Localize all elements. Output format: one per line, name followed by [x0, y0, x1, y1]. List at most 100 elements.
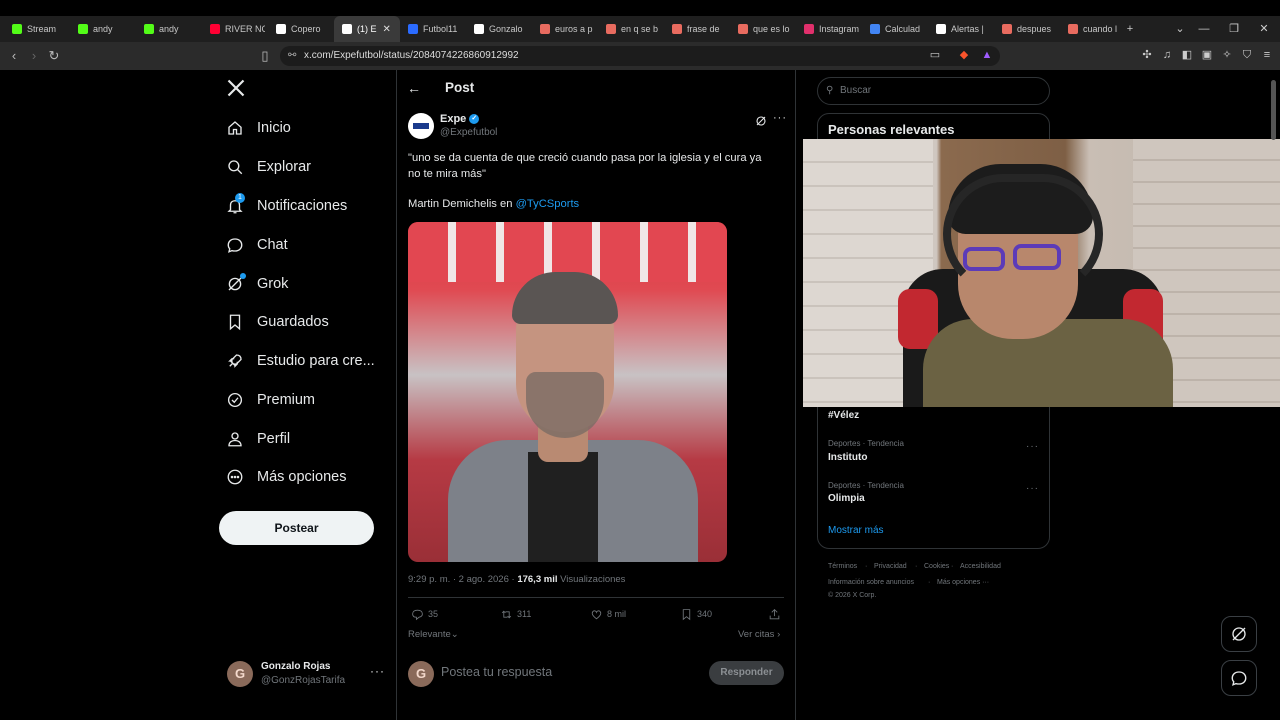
reply-button[interactable]: Responder	[709, 661, 784, 685]
footer-link[interactable]: Cookies	[924, 563, 949, 570]
forward-icon[interactable]: ›	[24, 42, 44, 70]
post-button[interactable]: Postear	[219, 511, 374, 545]
brave-rewards-icon[interactable]: ▲	[980, 48, 994, 62]
browser-tab[interactable]: Stream	[4, 16, 70, 42]
nav-item-premium[interactable]: Premium	[226, 388, 315, 412]
browser-tab[interactable]: andy	[136, 16, 202, 42]
maximize-button[interactable]: ❐	[1220, 16, 1248, 42]
kick-icon	[78, 24, 88, 34]
browser-tab[interactable]: en q se b	[598, 16, 664, 42]
trend-more-icon[interactable]: ···	[1026, 441, 1039, 452]
bookmark-count: 340	[697, 609, 713, 619]
reply-action[interactable]: 35	[411, 607, 438, 621]
account-avatar[interactable]: G	[227, 661, 253, 687]
tiktok-icon	[474, 24, 484, 34]
bookmark-action[interactable]: 340	[680, 607, 712, 621]
nav-item-label: Inicio	[257, 120, 291, 136]
grok-explain-icon[interactable]	[755, 114, 767, 126]
verified-badge-icon: ✓	[469, 114, 480, 124]
back-icon[interactable]: ‹	[4, 42, 24, 70]
author-avatar[interactable]	[408, 113, 434, 139]
tab-title: RIVER NC	[225, 24, 265, 34]
search-input[interactable]: ⚲ Buscar	[817, 77, 1050, 105]
tab-title: en q se b	[621, 24, 659, 34]
browser-tab[interactable]: Copero	[268, 16, 334, 42]
footer-link[interactable]: Más opciones ···	[937, 579, 989, 586]
tab-title: andy	[159, 24, 179, 34]
footer-link[interactable]: Privacidad	[874, 563, 907, 570]
browser-tab[interactable]: Calculad	[862, 16, 928, 42]
mention-link[interactable]: @TyCSports	[516, 198, 580, 210]
footer-link[interactable]: Términos	[828, 563, 857, 570]
footer-link[interactable]: Accesibilidad	[960, 563, 1001, 570]
reply-avatar: G	[408, 661, 434, 687]
close-window-button[interactable]: ✕	[1250, 16, 1278, 42]
post-text-line: no te mira más"	[408, 168, 486, 180]
trend-name[interactable]: Instituto	[828, 452, 867, 463]
extensions-icon[interactable]: ✣	[1140, 48, 1154, 62]
home-icon	[226, 119, 244, 137]
browser-tab[interactable]: Gonzalo	[466, 16, 532, 42]
footer-link[interactable]: Información sobre anuncios	[828, 579, 914, 586]
views-count: 176,3 mil	[517, 574, 558, 585]
minimize-button[interactable]: —	[1190, 16, 1218, 42]
wallet-icon[interactable]: ▣	[1200, 48, 1214, 62]
trend-more-icon[interactable]: ···	[1026, 483, 1039, 494]
author-handle[interactable]: @Expefutbol	[440, 127, 497, 138]
browser-tab[interactable]: euros a p	[532, 16, 598, 42]
chat-floating-button[interactable]	[1221, 660, 1257, 696]
close-tab-icon[interactable]: ✕	[383, 24, 391, 35]
nav-item-grok[interactable]: Grok	[226, 272, 288, 296]
browser-tab[interactable]: (1) E ✕	[334, 16, 400, 42]
bookmark-page-icon[interactable]: ▯	[255, 42, 275, 70]
browser-tab[interactable]: frase de	[664, 16, 730, 42]
account-menu-icon[interactable]: ···	[370, 664, 385, 678]
nav-item-notificaciones[interactable]: 1 Notificaciones	[226, 193, 347, 218]
browser-tab[interactable]: andy	[70, 16, 136, 42]
menu-icon[interactable]: ≡	[1260, 48, 1274, 62]
cast-icon[interactable]: ▭	[928, 48, 942, 62]
views-label: Visualizaciones	[557, 574, 626, 585]
sort-replies-dropdown[interactable]: Relevante⌄	[408, 629, 459, 640]
sidebar-toggle-icon[interactable]: ◧	[1180, 48, 1194, 62]
nav-item-perfil[interactable]: Perfil	[226, 427, 290, 451]
post-mention-line: Martin Demichelis en @TyCSports	[408, 198, 579, 210]
trend-name[interactable]: #Vélez	[828, 410, 859, 421]
back-arrow-icon[interactable]: ←	[407, 80, 421, 96]
browser-tab[interactable]: Alertas |	[928, 16, 994, 42]
reply-input[interactable]: Postea tu respuesta	[441, 665, 552, 679]
browser-tab[interactable]: Instagram	[796, 16, 862, 42]
browser-tab[interactable]: Futbol11	[400, 16, 466, 42]
nav-item-guardados[interactable]: Guardados	[226, 310, 329, 334]
nav-item-explorar[interactable]: Explorar	[226, 155, 311, 179]
leo-icon[interactable]: ✧	[1220, 48, 1234, 62]
post-more-icon[interactable]: ···	[773, 112, 787, 124]
like-action[interactable]: 8 mil	[590, 607, 626, 621]
post-timestamp[interactable]: 9:29 p. m. · 2 ago. 2026 ·	[408, 574, 517, 585]
tab-title: cuando l	[1083, 24, 1118, 34]
site-info-icon[interactable]: ⚯	[288, 46, 296, 66]
browser-tab[interactable]: RIVER NC	[202, 16, 268, 42]
show-more-link[interactable]: Mostrar más	[828, 525, 884, 536]
nav-item-estudio-para-cre[interactable]: Estudio para cre...	[226, 349, 375, 373]
repost-action[interactable]: 311	[500, 607, 531, 621]
browser-tab[interactable]: que es lo	[730, 16, 796, 42]
view-quotes-link[interactable]: Ver citas ›	[738, 629, 780, 640]
grok-floating-button[interactable]	[1221, 616, 1257, 652]
url-field[interactable]: ⚯ x.com/Expefutbol/status/20840742268609…	[280, 46, 1000, 66]
new-tab-button[interactable]: +	[1116, 16, 1144, 42]
trend-name[interactable]: Olimpia	[828, 493, 865, 504]
reload-icon[interactable]: ↻	[44, 42, 64, 70]
page-scrollbar[interactable]	[1271, 80, 1276, 140]
nav-item-más-opciones[interactable]: Más opciones	[226, 465, 346, 489]
brave-shield-icon[interactable]: ◆	[957, 48, 971, 62]
share-action[interactable]	[768, 607, 785, 621]
author-name[interactable]: Expe	[440, 113, 466, 125]
vpn-icon[interactable]: ⛉	[1240, 48, 1254, 62]
media-icon[interactable]: ♫	[1160, 48, 1174, 62]
post-image[interactable]	[408, 222, 727, 562]
browser-tab[interactable]: despues	[994, 16, 1060, 42]
nav-item-inicio[interactable]: Inicio	[226, 116, 291, 140]
nav-item-chat[interactable]: Chat	[226, 233, 288, 257]
x-logo-icon[interactable]	[226, 78, 246, 98]
